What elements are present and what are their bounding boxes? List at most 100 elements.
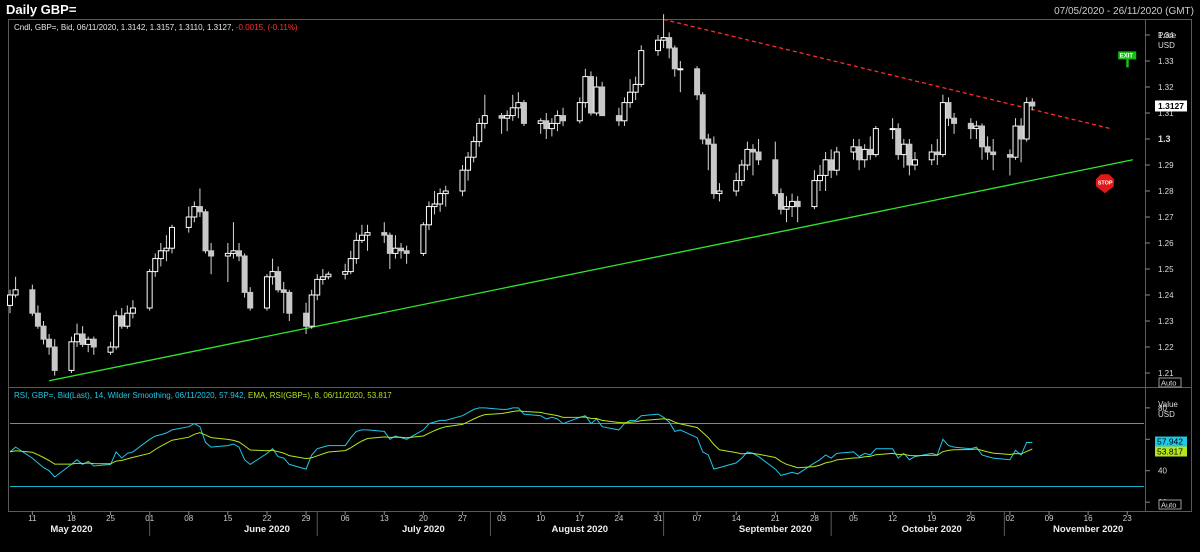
candle (420, 222, 427, 256)
candle-body-up (157, 250, 164, 260)
candle-body-up (1023, 102, 1030, 140)
exit-marker[interactable]: EXIT (1118, 51, 1137, 68)
date-tick-label: 08 (184, 514, 193, 523)
candle (358, 224, 365, 243)
candle (939, 94, 946, 158)
candle (979, 123, 985, 160)
candle (515, 92, 522, 119)
candle (476, 118, 483, 147)
candle-body-up (928, 151, 935, 161)
candle-body-up (342, 271, 349, 275)
candle (280, 282, 287, 314)
candle (705, 133, 712, 171)
candle-body-down (520, 102, 527, 124)
candle-body-up (655, 39, 661, 52)
candle (749, 144, 756, 176)
candle (576, 97, 583, 124)
candle-body-down (951, 117, 958, 124)
candle (911, 152, 918, 171)
date-tick-label: 05 (849, 514, 858, 523)
price-legend-values: Cndl, GBP=, Bid, 06/11/2020, 1.3142, 1.3… (14, 23, 234, 32)
candle (817, 165, 823, 191)
candle (973, 120, 980, 139)
candle (191, 201, 198, 223)
candle (928, 144, 935, 165)
candle (403, 245, 410, 264)
date-tick-label: 09 (1045, 514, 1054, 523)
candle-body-up (431, 203, 438, 208)
candle (990, 139, 997, 171)
candle (621, 97, 628, 126)
candle (822, 152, 829, 191)
candle-body-up (425, 206, 432, 226)
candle-body-down (979, 125, 985, 148)
candle (828, 149, 835, 178)
candle-body-down (46, 338, 53, 348)
candle (353, 232, 360, 264)
price-tick-label: 1.21 (1158, 369, 1174, 378)
candle (347, 250, 354, 275)
resistance-trendline[interactable] (663, 18, 1111, 130)
candle (632, 76, 639, 100)
candle-body-down (906, 143, 913, 166)
candle-body-up (420, 224, 427, 254)
candle-body-down (895, 128, 902, 156)
candle-body-down (241, 255, 248, 293)
candle-body-up (191, 206, 198, 218)
candle-body-down (543, 120, 550, 130)
candle-body-up (509, 107, 516, 117)
candle (906, 139, 913, 176)
candle (811, 170, 818, 210)
candle-body-up (308, 294, 315, 327)
price-tick-label: 1.3 (1158, 134, 1171, 144)
candle (308, 289, 315, 329)
candle (85, 336, 92, 353)
candle-body-up (124, 312, 131, 327)
candle (733, 172, 740, 197)
rsi-tick-label: 40 (1158, 467, 1167, 476)
candle (319, 269, 326, 285)
date-tick-label: 27 (458, 514, 467, 523)
rsi-legend-rsi: RSI, GBP=, Bid(Last), 14, Wilder Smoothi… (14, 391, 246, 400)
candle-body-up (230, 250, 237, 254)
candle-body-up (353, 239, 360, 260)
month-label: July 2020 (402, 524, 445, 535)
candle-body-up (347, 258, 354, 273)
candle (275, 266, 282, 293)
candle-body-up (677, 68, 684, 71)
candle-body-down (247, 291, 254, 309)
candle (124, 305, 131, 329)
candle-body-up (314, 278, 321, 296)
candle (46, 334, 53, 355)
candle (224, 243, 231, 282)
stop-marker[interactable]: STOP (1095, 174, 1114, 194)
candle-body-up (269, 271, 276, 278)
candle (671, 45, 678, 77)
month-label: October 2020 (902, 524, 962, 535)
candle (146, 269, 153, 311)
candle-body-down (34, 312, 41, 327)
candle (459, 165, 466, 197)
candle (364, 224, 371, 251)
date-tick-label: 07 (693, 514, 702, 523)
candle (68, 336, 75, 373)
date-tick-label: 28 (810, 514, 819, 523)
candle-body-down (386, 234, 393, 254)
candle (582, 68, 589, 108)
price-legend-change: -0.0015, (-0.11%) (236, 23, 298, 32)
candle-body-up (113, 315, 120, 348)
candle (431, 191, 438, 215)
candle-body-up (817, 174, 823, 182)
candle (548, 118, 555, 137)
candle (900, 139, 907, 168)
date-tick-label: 29 (302, 514, 311, 523)
date-tick-label: 13 (380, 514, 389, 523)
candle (1012, 118, 1019, 160)
date-tick-label: 22 (263, 514, 272, 523)
candle-body-up (263, 276, 270, 309)
candle (716, 183, 723, 202)
candle-body-down (828, 159, 835, 171)
candle (286, 289, 293, 321)
candle-body-up (107, 346, 114, 353)
support-trendline[interactable] (48, 159, 1133, 382)
